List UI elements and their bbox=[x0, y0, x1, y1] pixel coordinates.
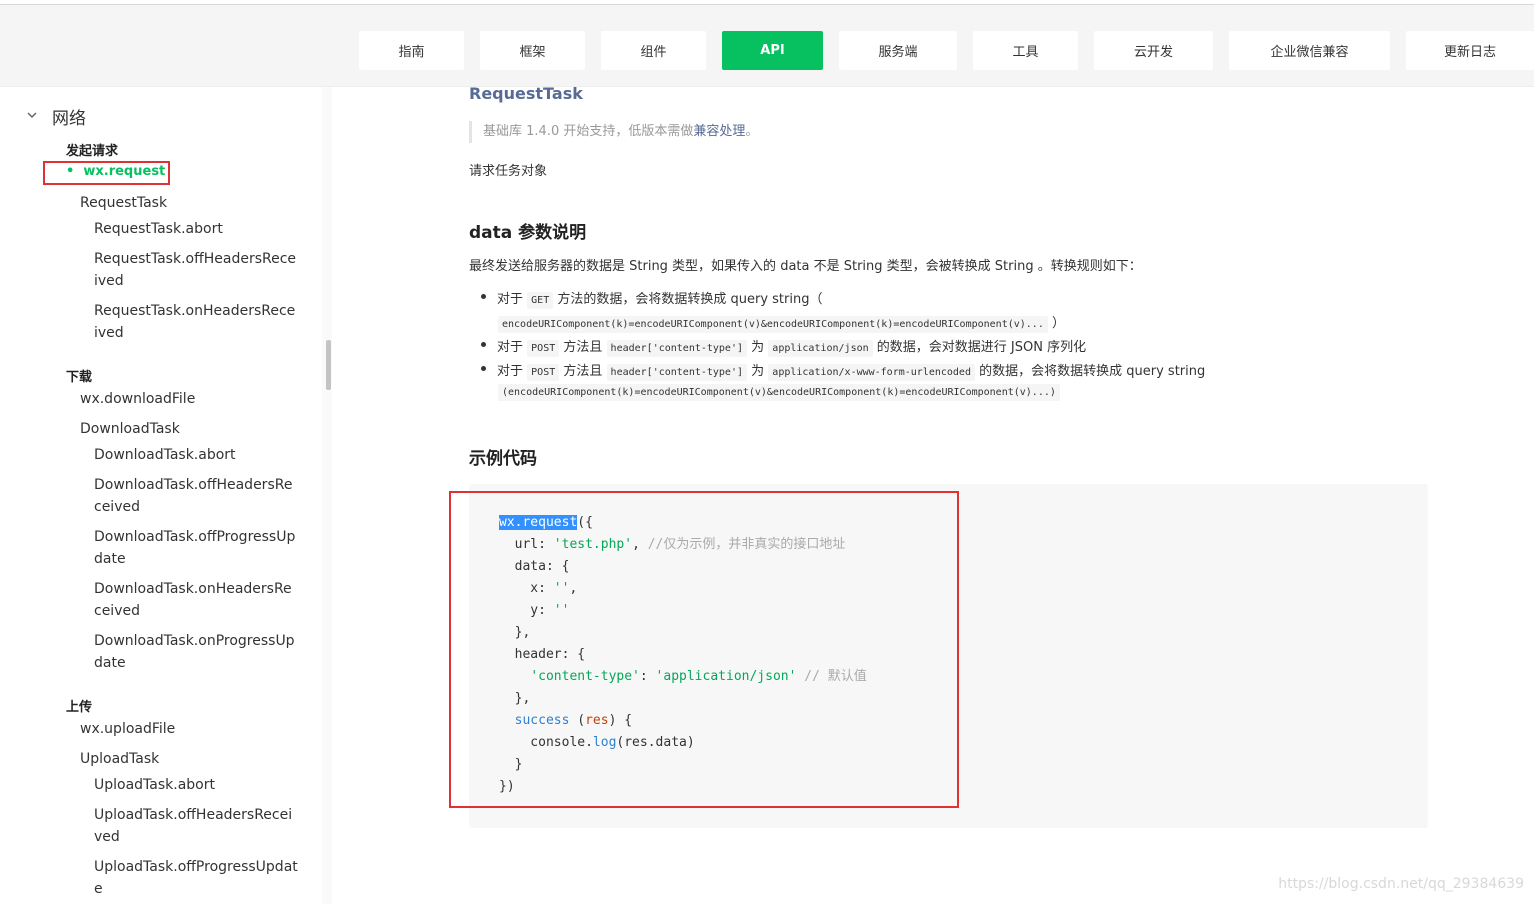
chevron-down-icon[interactable] bbox=[25, 108, 39, 122]
data-description: 最终发送给服务器的数据是 String 类型，如果传入的 data 不是 Str… bbox=[469, 259, 1142, 274]
sidebar-item-requesttask-onheadersreceived[interactable]: RequestTask.onHeadersReceived bbox=[94, 300, 299, 344]
sidebar-item-uploadtask[interactable]: UploadTask bbox=[80, 751, 159, 767]
sidebar-group-upload: 上传 bbox=[66, 700, 93, 715]
rule-post-form-format: (encodeURIComponent(k)=encodeURIComponen… bbox=[498, 384, 1060, 401]
sidebar-item-downloadtask-abort[interactable]: DownloadTask.abort bbox=[94, 444, 299, 466]
page-title: RequestTask bbox=[469, 84, 583, 103]
sidebar-item-uploadtask-offheadersreceived[interactable]: UploadTask.offHeadersReceived bbox=[94, 804, 299, 848]
rule-post-json: 对于 POST 方法且 header['content-type'] 为 app… bbox=[497, 340, 1087, 357]
watermark: https://blog.csdn.net/qq_29384639 bbox=[1278, 876, 1524, 892]
sidebar-scrollbar[interactable] bbox=[322, 87, 332, 904]
sidebar-item-requesttask[interactable]: RequestTask bbox=[80, 195, 167, 211]
sidebar-group-request: 发起请求 bbox=[66, 144, 119, 159]
data-heading: data 参数说明 bbox=[469, 223, 587, 243]
bullet bbox=[481, 294, 486, 299]
sidebar-item-wx-downloadfile[interactable]: wx.downloadFile bbox=[80, 391, 195, 407]
version-note: 基础库 1.4.0 开始支持，低版本需做兼容处理。 bbox=[469, 121, 758, 143]
sidebar-item-requesttask-abort[interactable]: RequestTask.abort bbox=[94, 218, 299, 240]
rule-post-form: 对于 POST 方法且 header['content-type'] 为 app… bbox=[497, 364, 1206, 381]
top-nav-bar: 指南 框架 组件 API 服务端 工具 云开发 企业微信兼容 更新日志 bbox=[0, 5, 1534, 87]
sidebar-item-requesttask-offheadersreceived[interactable]: RequestTask.offHeadersReceived bbox=[94, 248, 299, 292]
note-suffix: 。 bbox=[745, 124, 759, 139]
compat-link[interactable]: 兼容处理 bbox=[693, 124, 745, 139]
note-text: 基础库 1.4.0 开始支持，低版本需做 bbox=[483, 124, 694, 139]
sidebar-group-download: 下载 bbox=[66, 370, 93, 385]
example-heading: 示例代码 bbox=[469, 449, 537, 469]
sidebar-scroll-thumb[interactable] bbox=[326, 340, 331, 390]
bullet bbox=[481, 342, 486, 347]
nav-guide[interactable]: 指南 bbox=[359, 31, 464, 70]
sidebar-item-uploadtask-offprogressupdate[interactable]: UploadTask.offProgressUpdate bbox=[94, 856, 299, 900]
sidebar-item-downloadtask-onprogressupdate[interactable]: DownloadTask.onProgressUpdate bbox=[94, 630, 299, 674]
nav-changelog[interactable]: 更新日志 bbox=[1406, 31, 1534, 70]
nav-cloud-dev[interactable]: 云开发 bbox=[1094, 31, 1213, 70]
sidebar-item-downloadtask[interactable]: DownloadTask bbox=[80, 421, 180, 437]
sidebar-item-downloadtask-offheadersreceived[interactable]: DownloadTask.offHeadersReceived bbox=[94, 474, 299, 518]
sidebar-item-downloadtask-offprogressupdate[interactable]: DownloadTask.offProgressUpdate bbox=[94, 526, 299, 570]
sidebar-item-wx-uploadfile[interactable]: wx.uploadFile bbox=[80, 721, 175, 737]
rule-get: 对于 GET 方法的数据，会将数据转换成 query string（ bbox=[497, 292, 823, 309]
nav-api[interactable]: API bbox=[722, 31, 823, 70]
sidebar-item-downloadtask-onheadersreceived[interactable]: DownloadTask.onHeadersReceived bbox=[94, 578, 299, 622]
rule-get-format: encodeURIComponent(k)=encodeURIComponent… bbox=[498, 312, 1065, 333]
sidebar-section-network[interactable]: 网络 bbox=[52, 104, 86, 129]
nav-wecom-compat[interactable]: 企业微信兼容 bbox=[1229, 31, 1390, 70]
sidebar-item-uploadtask-abort[interactable]: UploadTask.abort bbox=[94, 774, 299, 796]
bullet bbox=[481, 366, 486, 371]
highlight-box-code bbox=[449, 491, 959, 808]
highlight-box-active-item bbox=[43, 161, 170, 185]
nav-components[interactable]: 组件 bbox=[601, 31, 706, 70]
nav-tools[interactable]: 工具 bbox=[973, 31, 1078, 70]
nav-framework[interactable]: 框架 bbox=[480, 31, 585, 70]
description: 请求任务对象 bbox=[469, 164, 548, 179]
nav-server[interactable]: 服务端 bbox=[839, 31, 957, 70]
